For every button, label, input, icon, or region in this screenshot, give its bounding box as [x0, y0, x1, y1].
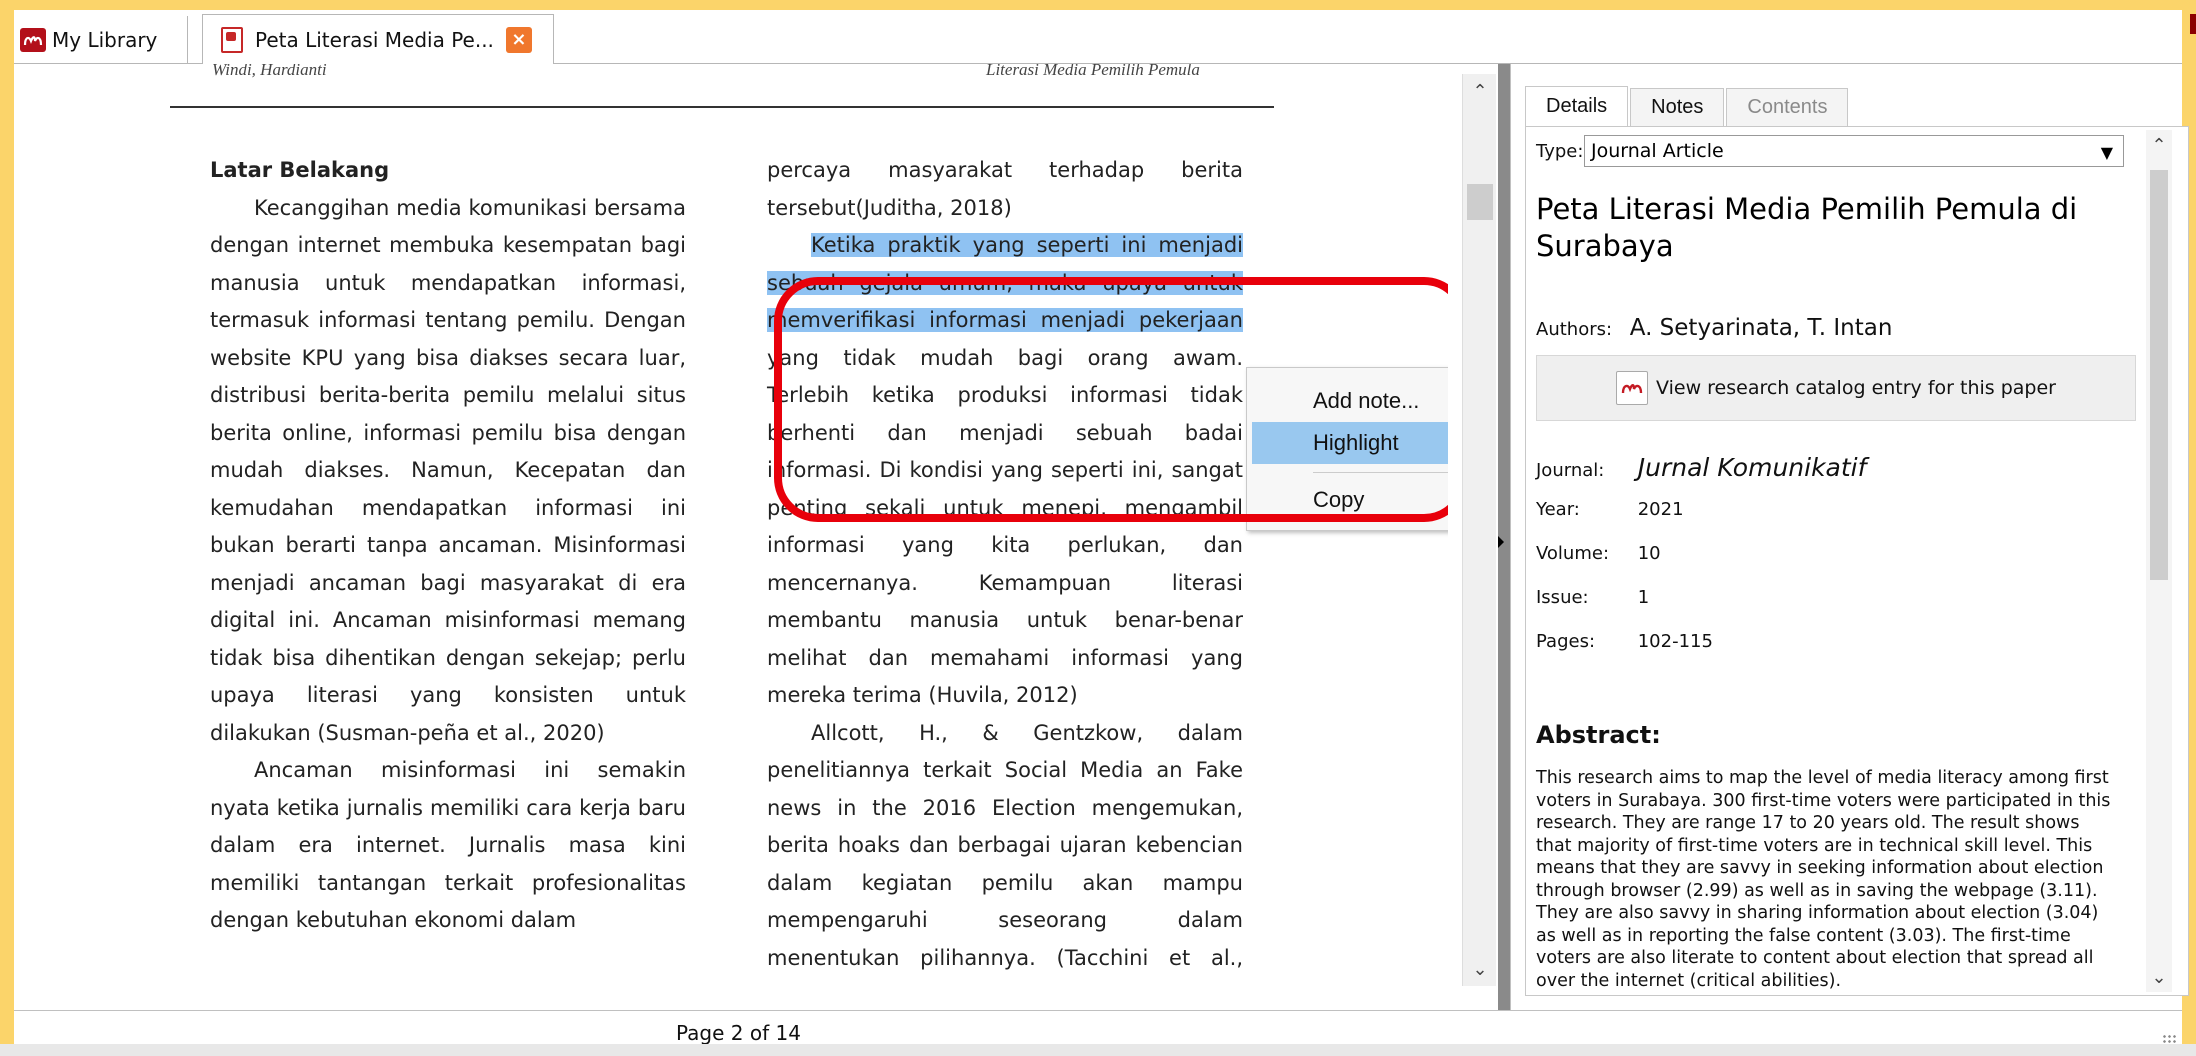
journal-label: Journal:: [1536, 460, 1605, 481]
journal-row: Journal: Jurnal Komunikatif: [1536, 453, 1866, 482]
tab-my-library[interactable]: My Library: [14, 16, 188, 64]
authors-row: Authors: A. Setyarinata, T. Intan: [1536, 315, 1892, 341]
selected-text-highlight[interactable]: Ketika praktik yang seperti ini menjadi …: [767, 233, 1243, 332]
issue-label: Issue:: [1536, 587, 1589, 608]
document-title[interactable]: Peta Literasi Media Pemilih Pemula di Su…: [1536, 191, 2116, 265]
paragraph-text: yang tidak mudah bagi orang awam. Terleb…: [767, 345, 1243, 708]
paragraph: Kecanggihan media komunikasi bersama den…: [210, 195, 686, 745]
collapse-arrow-icon[interactable]: [1498, 536, 1504, 548]
details-panel: Details Notes Contents Type: Journal Art…: [1510, 64, 2189, 1010]
pages-value[interactable]: 102-115: [1638, 631, 1713, 652]
pages-row: Pages: 102-115: [1536, 631, 1713, 652]
scroll-up-icon[interactable]: ⌃: [1463, 74, 1497, 108]
pdf-scrollbar[interactable]: ⌃ ⌄: [1462, 74, 1496, 986]
menu-separator: [1313, 472, 1448, 473]
page-header-rule: [170, 106, 1274, 108]
menu-item-add-note[interactable]: Add note...: [1247, 380, 1448, 422]
bottom-edge: [0, 1044, 2196, 1056]
authors-value[interactable]: A. Setyarinata, T. Intan: [1630, 315, 1893, 341]
text-column-right: percaya masyarakat terhadap berita terse…: [767, 152, 1243, 984]
abstract-text[interactable]: This research aims to map the level of m…: [1536, 767, 2112, 992]
pdf-viewer[interactable]: Windi, Hardianti Literasi Media Pemilih …: [14, 64, 1448, 984]
tab-label: Peta Literasi Media Pe...: [255, 27, 494, 52]
scroll-up-icon[interactable]: ⌃: [2146, 130, 2172, 160]
year-row: Year: 2021: [1536, 499, 1684, 520]
window-corner-accent: [2190, 14, 2196, 34]
pdf-icon: [221, 26, 243, 53]
mendeley-catalog-icon: [1616, 371, 1649, 405]
authors-label: Authors:: [1536, 319, 1613, 340]
paragraph: Ketika praktik yang seperti ini menjadi …: [767, 227, 1243, 715]
details-scrollbar[interactable]: ⌃ ⌄: [2146, 130, 2172, 992]
paragraph: percaya masyarakat terhadap berita terse…: [767, 158, 1243, 220]
volume-row: Volume: 10: [1536, 543, 1661, 564]
volume-label: Volume:: [1536, 543, 1610, 564]
scroll-down-icon[interactable]: ⌄: [2146, 962, 2172, 992]
type-label: Type:: [1536, 141, 1584, 162]
section-heading: Latar Belakang: [210, 158, 390, 182]
details-tab-strip: Details Notes Contents: [1525, 86, 1850, 126]
details-scrollbar-thumb[interactable]: [2150, 170, 2168, 580]
menu-item-copy[interactable]: Copy: [1247, 479, 1448, 521]
pages-label: Pages:: [1536, 631, 1596, 652]
volume-value[interactable]: 10: [1638, 543, 1661, 564]
issue-row: Issue: 1: [1536, 587, 1649, 608]
context-menu: Add note... Highlight Copy: [1246, 367, 1448, 531]
year-value[interactable]: 2021: [1638, 499, 1684, 520]
view-catalog-button[interactable]: View research catalog entry for this pap…: [1536, 355, 2136, 421]
tab-notes[interactable]: Notes: [1630, 88, 1725, 126]
page-indicator: Page 2 of 14: [676, 1021, 801, 1045]
tab-document[interactable]: Peta Literasi Media Pe... ×: [202, 14, 554, 65]
tab-bar: My Library Peta Literasi Media Pe... ×: [14, 10, 2182, 65]
abstract-heading: Abstract:: [1536, 721, 1661, 749]
pdf-scrollbar-thumb[interactable]: [1467, 184, 1493, 220]
year-label: Year:: [1536, 499, 1580, 520]
paragraph: Allcott, H., & Gentzkow, dalam penelitia…: [767, 720, 1243, 985]
menu-item-highlight[interactable]: Highlight: [1252, 422, 1448, 464]
tab-contents[interactable]: Contents: [1726, 88, 1849, 126]
app-window: My Library Peta Literasi Media Pe... × W…: [14, 10, 2189, 1056]
close-icon[interactable]: ×: [505, 26, 532, 53]
text-column-left: Latar Belakang Kecanggihan media komunik…: [210, 152, 686, 940]
catalog-button-label: View research catalog entry for this pap…: [1656, 377, 2056, 399]
paragraph: Ancaman misinformasi ini semakin nyata k…: [210, 758, 686, 932]
dropdown-arrow-icon: ▼: [2100, 143, 2113, 162]
mendeley-icon: [20, 28, 46, 52]
details-body: Type: Journal Article ▼ Peta Literasi Me…: [1525, 126, 2189, 996]
issue-value[interactable]: 1: [1638, 587, 1649, 608]
page-running-header-right: Literasi Media Pemilih Pemula: [986, 64, 1200, 79]
tab-details[interactable]: Details: [1525, 86, 1629, 126]
journal-value[interactable]: Jurnal Komunikatif: [1638, 453, 1867, 482]
type-dropdown[interactable]: Journal Article ▼: [1584, 135, 2124, 167]
scroll-down-icon[interactable]: ⌄: [1463, 952, 1497, 986]
tab-label: My Library: [52, 28, 158, 52]
page-running-header-left: Windi, Hardianti: [212, 64, 327, 79]
type-value: Journal Article: [1591, 140, 1724, 162]
